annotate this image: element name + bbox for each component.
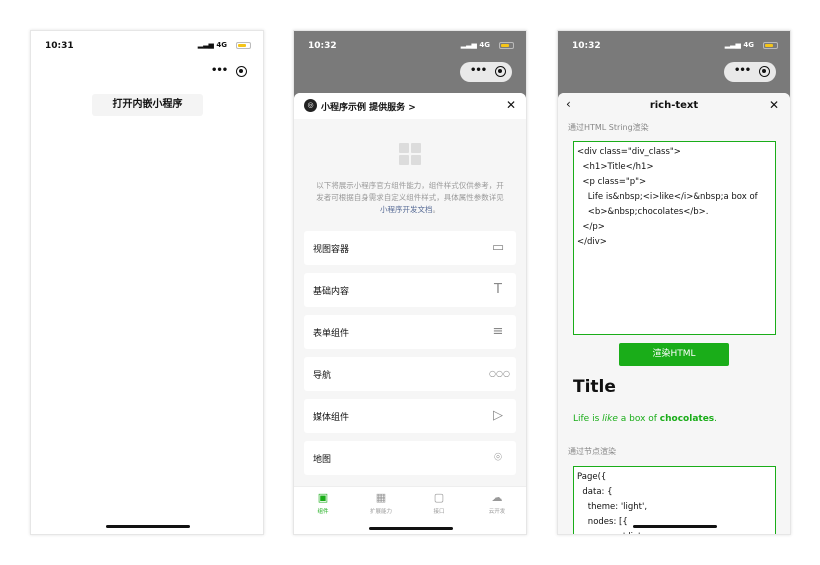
section-label-html-string: 通过HTML String渲染: [568, 123, 649, 132]
rendered-title: Title: [573, 377, 616, 397]
extensions-icon: ▦: [375, 491, 387, 504]
capsule-menu: •••: [724, 62, 776, 82]
signal-indicator: ▂▃▅ 4G: [724, 41, 754, 49]
close-miniprogram-icon[interactable]: [236, 66, 247, 77]
rendered-paragraph: Life is like a box of chocolates.: [573, 414, 718, 424]
menu-item-label: 导航: [313, 371, 332, 381]
menu-item-label: 基础内容: [313, 287, 350, 297]
section-label-nodes: 通过节点渲染: [568, 447, 616, 456]
home-indicator: [369, 527, 453, 530]
close-icon[interactable]: ✕: [769, 98, 779, 112]
half-screen-sheet: ‹ rich-text ✕ 通过HTML String渲染 <div class…: [558, 93, 790, 534]
render-html-button[interactable]: 渲染HTML: [619, 343, 729, 366]
more-icon[interactable]: •••: [211, 65, 228, 76]
component-logo-icon: [399, 143, 423, 167]
close-miniprogram-icon[interactable]: [495, 66, 506, 77]
component-menu: 视图容器 ▭ 基础内容 T 表单组件 ≡ 导航 ○○○ 媒体组件 ▷ 地图 ⌾: [304, 231, 516, 483]
text-icon: T: [494, 282, 502, 297]
page-title: rich-text: [649, 100, 699, 111]
menu-item-label: 表单组件: [313, 329, 350, 339]
battery-icon: [236, 42, 251, 49]
half-screen-sheet: ◎ 小程序示例 提供服务 > ✕ 以下将展示小程序官方组件能力，组件样式仅供参考…: [294, 93, 526, 534]
miniprogram-logo-icon: ◎: [304, 99, 317, 112]
play-icon: ▷: [493, 408, 503, 423]
more-icon[interactable]: •••: [734, 65, 751, 76]
service-provider-link[interactable]: 小程序示例 提供服务 >: [321, 100, 416, 113]
node-code-input[interactable]: Page({ data: { theme: 'light', nodes: [{…: [573, 466, 776, 534]
capsule-menu: •••: [201, 62, 253, 82]
close-miniprogram-icon[interactable]: [759, 66, 770, 77]
status-time: 10:31: [45, 41, 74, 51]
location-icon: ⌾: [494, 450, 502, 465]
phone-screen-3: 10:32 ▂▃▅ 4G ••• ‹ rich-text ✕ 通过HTML St…: [557, 30, 791, 535]
menu-item-navigation[interactable]: 导航 ○○○: [304, 357, 516, 391]
container-icon: ▭: [491, 240, 505, 255]
menu-item-media[interactable]: 媒体组件 ▷: [304, 399, 516, 433]
tab-api[interactable]: ▢ 接口: [410, 491, 468, 516]
signal-indicator: ▂▃▅ 4G: [460, 41, 490, 49]
status-time: 10:32: [572, 41, 601, 51]
signal-indicator: ▂▃▅ 4G: [197, 41, 227, 49]
status-bar: 10:32 ▂▃▅ 4G: [558, 31, 790, 61]
battery-icon: [763, 42, 778, 49]
menu-item-map[interactable]: 地图 ⌾: [304, 441, 516, 475]
home-indicator: [633, 525, 717, 528]
menu-item-label: 媒体组件: [313, 413, 350, 423]
cloud-icon: ☁: [491, 491, 503, 504]
phone-screen-1: 10:31 ▂▃▅ 4G ••• 打开内嵌小程序: [30, 30, 264, 535]
components-icon: ▣: [317, 491, 329, 504]
tab-bar: ▣ 组件 ▦ 扩展能力 ▢ 接口 ☁ 云开发: [294, 486, 526, 534]
tab-cloud[interactable]: ☁ 云开发: [468, 491, 526, 516]
status-time: 10:32: [308, 41, 337, 51]
tab-extensions[interactable]: ▦ 扩展能力: [352, 491, 410, 516]
home-indicator: [106, 525, 190, 528]
tab-components[interactable]: ▣ 组件: [294, 491, 352, 516]
menu-item-view-container[interactable]: 视图容器 ▭: [304, 231, 516, 265]
dots-icon: ○○○: [489, 369, 510, 378]
list-icon: ≡: [492, 324, 504, 339]
status-bar: 10:32 ▂▃▅ 4G: [294, 31, 526, 61]
sheet-header: ◎ 小程序示例 提供服务 > ✕: [294, 93, 526, 119]
menu-item-form-components[interactable]: 表单组件 ≡: [304, 315, 516, 349]
intro-text: 以下将展示小程序官方组件能力，组件样式仅供参考，开发者可根据自身需求自定义组件样…: [316, 181, 504, 214]
phone-screen-2: 10:32 ▂▃▅ 4G ••• ◎ 小程序示例 提供服务 > ✕ 以下将展示小…: [293, 30, 527, 535]
html-code-input[interactable]: <div class="div_class"> <h1>Title</h1> <…: [573, 141, 776, 335]
open-embedded-miniprogram-button[interactable]: 打开内嵌小程序: [92, 94, 203, 116]
close-icon[interactable]: ✕: [506, 98, 516, 112]
battery-icon: [499, 42, 514, 49]
menu-item-label: 地图: [313, 455, 332, 465]
page-header: ‹ rich-text ✕: [558, 93, 790, 119]
menu-item-label: 视图容器: [313, 245, 350, 255]
menu-item-basic-content[interactable]: 基础内容 T: [304, 273, 516, 307]
status-bar: 10:31 ▂▃▅ 4G: [31, 31, 263, 61]
api-icon: ▢: [433, 491, 445, 504]
more-icon[interactable]: •••: [470, 65, 487, 76]
dev-docs-link[interactable]: 小程序开发文档: [380, 205, 433, 214]
capsule-menu: •••: [460, 62, 512, 82]
